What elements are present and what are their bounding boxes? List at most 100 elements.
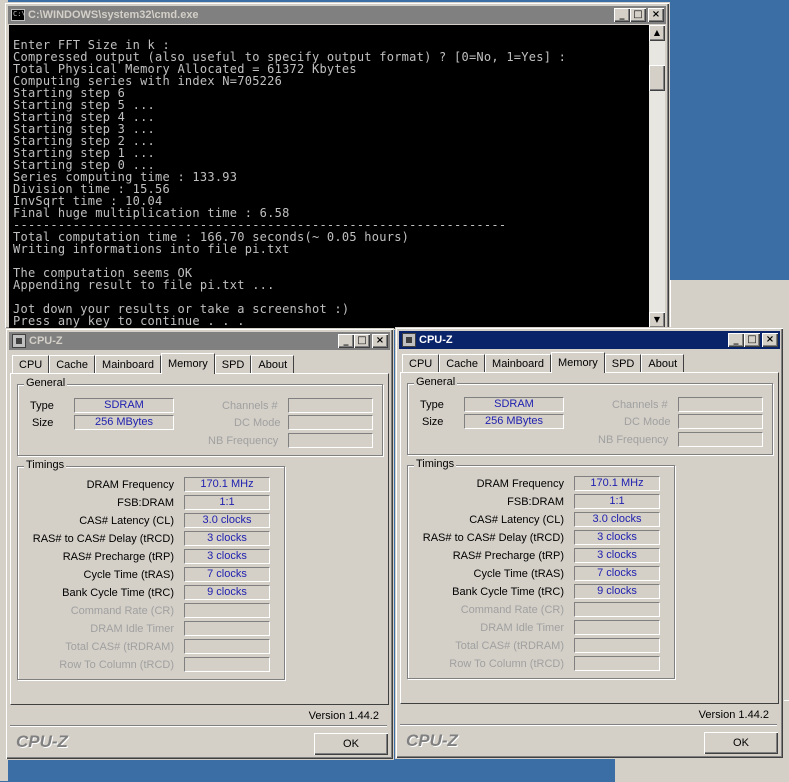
type-label: Type — [30, 400, 54, 412]
timing-value — [184, 639, 270, 654]
timing-value: 7 clocks — [184, 567, 270, 582]
timings-group: Timings DRAM Frequency 170.1 MHz FSB:DRAM 1… — [407, 458, 675, 679]
timing-label: DRAM Idle Timer — [90, 623, 174, 635]
timing-value: 1:1 — [184, 495, 270, 510]
timing-value — [184, 657, 270, 672]
tab-mainboard[interactable]: Mainboard — [485, 354, 552, 372]
timing-label: Total CAS# (tRDRAM) — [65, 641, 174, 653]
version-label: Version 1.44.2 — [698, 709, 769, 721]
console-output[interactable]: Enter FFT Size in k : Compressed output (… — [9, 25, 654, 328]
channels-label: Channels # — [612, 399, 668, 411]
console-scrollbar[interactable]: ▲ ▼ — [649, 25, 665, 328]
timing-label: CAS# Latency (CL) — [79, 515, 174, 527]
timings-group-label: Timings — [24, 459, 67, 471]
maximize-button[interactable]: □ — [630, 8, 646, 22]
cpuz-title: CPU-Z — [29, 335, 63, 347]
general-group: General Type SDRAM Size 256 MBytes Chann… — [407, 376, 773, 455]
close-button[interactable]: × — [762, 333, 778, 347]
cmd-title: C:\WINDOWS\system32\cmd.exe — [28, 9, 199, 21]
dc-mode-label: DC Mode — [234, 417, 281, 429]
console-line: Writing informations into file pi.txt — [13, 242, 290, 256]
timing-label: Row To Column (tRCD) — [59, 659, 174, 671]
console-line: Press any key to continue . . . — [13, 314, 245, 328]
dc-mode-label: DC Mode — [624, 416, 671, 428]
scroll-down-icon[interactable]: ▼ — [649, 312, 665, 328]
close-button[interactable]: × — [648, 8, 664, 22]
nb-frequency-label: NB Frequency — [208, 435, 279, 447]
memory-tab-panel: General Type SDRAM Size 256 MBytes Chann… — [10, 373, 389, 705]
tab-about[interactable]: About — [641, 354, 685, 372]
dc-mode-value — [678, 414, 763, 429]
nb-frequency-label: NB Frequency — [598, 434, 669, 446]
tab-about[interactable]: About — [251, 355, 295, 373]
timing-value: 3 clocks — [574, 548, 660, 563]
tab-cpu[interactable]: CPU — [402, 354, 440, 372]
timing-value: 9 clocks — [184, 585, 270, 600]
nb-frequency-value — [678, 432, 763, 447]
timing-label: Row To Column (tRCD) — [449, 658, 564, 670]
cpuz-app-icon — [402, 333, 416, 347]
tab-cache[interactable]: Cache — [439, 354, 486, 372]
timing-value — [184, 621, 270, 636]
general-group-label: General — [24, 377, 68, 389]
timing-value: 3 clocks — [184, 549, 270, 564]
general-group: General Type SDRAM Size 256 MBytes Chann… — [17, 377, 383, 456]
timing-label: CAS# Latency (CL) — [469, 514, 564, 526]
tab-cpu[interactable]: CPU — [12, 355, 50, 373]
nb-frequency-value — [288, 433, 373, 448]
cpuz-titlebar[interactable]: CPU-Z _ □ × — [399, 331, 780, 349]
tab-spd[interactable]: SPD — [604, 354, 642, 372]
memory-tab-panel: General Type SDRAM Size 256 MBytes Chann… — [400, 372, 779, 704]
timing-value: 3.0 clocks — [574, 512, 660, 527]
timing-label: RAS# Precharge (tRP) — [452, 550, 564, 562]
type-label: Type — [420, 399, 444, 411]
type-value: SDRAM — [464, 397, 564, 412]
tab-strip: CPU Cache Mainboard Memory SPD About — [12, 353, 295, 374]
cmd-app-icon — [11, 9, 26, 21]
cmd-titlebar[interactable]: C:\WINDOWS\system32\cmd.exe _ □ × — [8, 6, 666, 24]
minimize-button[interactable]: _ — [728, 333, 744, 347]
general-group-label: General — [414, 376, 458, 388]
tab-cache[interactable]: Cache — [49, 355, 96, 373]
tab-mainboard[interactable]: Mainboard — [95, 355, 162, 373]
size-value: 256 MBytes — [464, 414, 564, 429]
timings-group-label: Timings — [414, 458, 457, 470]
size-value: 256 MBytes — [74, 415, 174, 430]
cpuz-window-right: CPU-Z _ □ × CPU Cache Mainboard Memory S… — [395, 327, 784, 759]
timing-value: 1:1 — [574, 494, 660, 509]
minimize-button[interactable]: _ — [338, 334, 354, 348]
type-value: SDRAM — [74, 398, 174, 413]
minimize-button[interactable]: _ — [614, 8, 630, 22]
cpuz-window-left: CPU-Z _ □ × CPU Cache Mainboard Memory S… — [5, 328, 394, 760]
footer-divider — [10, 725, 387, 727]
timing-label: Total CAS# (tRDRAM) — [455, 640, 564, 652]
cpuz-titlebar[interactable]: CPU-Z _ □ × — [9, 332, 390, 350]
timing-label: FSB:DRAM — [117, 497, 174, 509]
timing-value — [574, 638, 660, 653]
timing-label: Cycle Time (tRAS) — [473, 568, 564, 580]
tab-memory[interactable]: Memory — [551, 352, 605, 373]
channels-label: Channels # — [222, 400, 278, 412]
cmd-window: C:\WINDOWS\system32\cmd.exe _ □ × Enter … — [4, 2, 670, 330]
timing-label: RAS# to CAS# Delay (tRCD) — [422, 532, 564, 544]
close-button[interactable]: × — [372, 334, 388, 348]
channels-value — [678, 397, 763, 412]
scroll-up-icon[interactable]: ▲ — [649, 25, 665, 41]
tab-strip: CPU Cache Mainboard Memory SPD About — [402, 352, 685, 373]
tab-memory[interactable]: Memory — [161, 353, 215, 374]
cpuz-brand-logo: CPU-Z — [16, 732, 68, 751]
maximize-button[interactable]: □ — [744, 333, 760, 347]
timing-label: DRAM Frequency — [86, 479, 174, 491]
ok-button[interactable]: OK — [314, 733, 388, 755]
timing-value — [184, 603, 270, 618]
timing-value: 3 clocks — [574, 530, 660, 545]
tab-spd[interactable]: SPD — [214, 355, 252, 373]
maximize-button[interactable]: □ — [354, 334, 370, 348]
timing-value — [574, 656, 660, 671]
timing-label: Command Rate (CR) — [70, 605, 174, 617]
timing-label: Bank Cycle Time (tRC) — [62, 587, 174, 599]
timing-label: Cycle Time (tRAS) — [83, 569, 174, 581]
timing-value: 3.0 clocks — [184, 513, 270, 528]
ok-button[interactable]: OK — [704, 732, 778, 754]
scroll-thumb[interactable] — [649, 65, 665, 91]
